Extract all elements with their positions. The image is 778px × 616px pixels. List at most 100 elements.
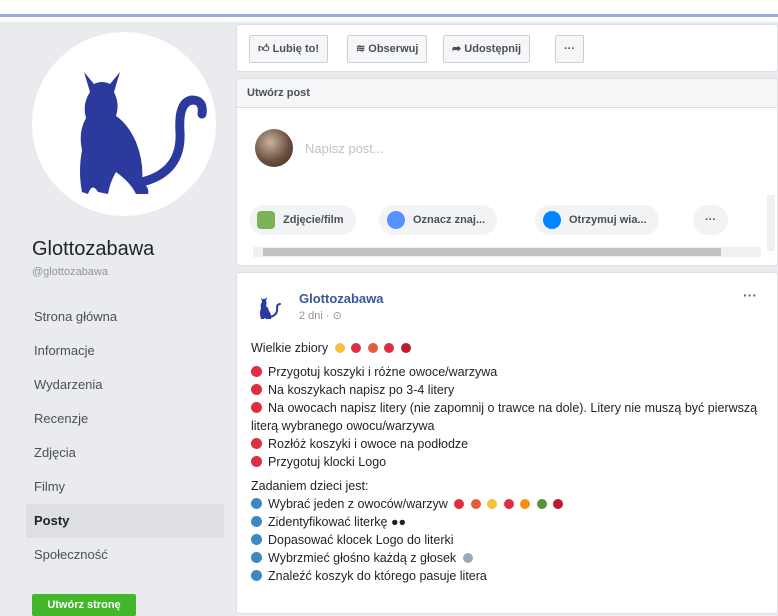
task-item: Zidentyfikować literkę ●● bbox=[251, 513, 763, 531]
carrot-emoji-icon bbox=[470, 499, 481, 509]
task-item: Znaleźć koszyk do którego pasuje litera bbox=[251, 567, 763, 585]
cherries-emoji-icon bbox=[400, 343, 411, 353]
nav-item-community[interactable]: Społeczność bbox=[26, 538, 224, 572]
composer-more-button[interactable]: ··· bbox=[693, 205, 728, 235]
nav-item-events[interactable]: Wydarzenia bbox=[26, 368, 224, 402]
apple-emoji-icon bbox=[503, 499, 514, 509]
step-item: Na koszykach napisz po 3-4 litery bbox=[251, 381, 763, 399]
user-avatar bbox=[255, 129, 293, 167]
top-bar-accent bbox=[0, 14, 778, 17]
create-page-button[interactable]: Utwórz stronę bbox=[32, 594, 136, 616]
task-text: Dopasować klocek Logo do literki bbox=[268, 533, 454, 547]
post-card: Glottozabawa 2 dni · ⊙ ··· Wielkie zbior… bbox=[236, 272, 778, 614]
task-intro: Zadaniem dzieci jest: bbox=[251, 479, 369, 493]
task-text: Znaleźć koszyk do którego pasuje litera bbox=[268, 569, 487, 583]
nav-item-about[interactable]: Informacje bbox=[26, 334, 224, 368]
create-post-card: Utwórz post Napisz post... Zdjęcie/film … bbox=[236, 78, 778, 266]
task-item: Wybrzmieć głośno każdą z głosek bbox=[251, 549, 763, 567]
page-title: Glottozabawa bbox=[32, 238, 155, 260]
step-item: Przygotuj koszyki i różne owoce/warzywa bbox=[251, 363, 763, 381]
step-item: Na owocach napisz litery (nie zapomnij o… bbox=[251, 399, 763, 435]
red-circle-icon bbox=[251, 402, 262, 413]
messenger-icon bbox=[543, 211, 561, 229]
scrollbar-thumb[interactable] bbox=[263, 248, 721, 256]
red-circle-icon bbox=[251, 456, 262, 467]
create-post-title: Utwórz post bbox=[237, 79, 777, 108]
post-input[interactable]: Napisz post... bbox=[305, 141, 384, 156]
more-actions-button[interactable]: ··· bbox=[555, 35, 584, 63]
tomato-emoji-icon bbox=[454, 499, 465, 509]
banana-emoji-icon bbox=[487, 499, 498, 509]
step-text: Przygotuj klocki Logo bbox=[268, 455, 387, 469]
step-text: Przygotuj koszyki i różne owoce/warzywa bbox=[268, 365, 498, 379]
post-timestamp[interactable]: 2 dni · ⊙ bbox=[299, 309, 342, 322]
step-item: Przygotuj klocki Logo bbox=[251, 453, 763, 471]
follow-button[interactable]: ≋ Obserwuj bbox=[347, 35, 428, 63]
share-arrow-icon: ➦ bbox=[452, 43, 462, 55]
page-avatar[interactable] bbox=[32, 32, 216, 216]
photo-icon bbox=[257, 211, 275, 229]
tag-label: Oznacz znaj... bbox=[413, 214, 486, 226]
red-circle-icon bbox=[251, 384, 262, 395]
photo-video-button[interactable]: Zdjęcie/film bbox=[249, 205, 356, 235]
globe-icon: · ⊙ bbox=[325, 310, 342, 322]
get-messages-button[interactable]: Otrzymuj wia... bbox=[535, 205, 659, 235]
cat-logo-small-icon[interactable] bbox=[253, 293, 283, 323]
photo-label: Zdjęcie/film bbox=[283, 214, 344, 226]
pear-emoji-icon bbox=[334, 343, 345, 353]
post-heading: Wielkie zbiory bbox=[251, 341, 329, 355]
cucumber-emoji-icon bbox=[536, 499, 547, 509]
nav-item-photos[interactable]: Zdjęcia bbox=[26, 436, 224, 470]
nav-item-videos[interactable]: Filmy bbox=[26, 470, 224, 504]
red-circle-icon bbox=[251, 438, 262, 449]
red-circle-icon bbox=[251, 366, 262, 377]
like-label: Lubię to! bbox=[272, 43, 319, 55]
task-text: Zidentyfikować literkę bbox=[268, 515, 388, 529]
blue-circle-icon bbox=[251, 534, 262, 545]
carrot-emoji-icon bbox=[367, 343, 378, 353]
eyes-emoji-icon: ●● bbox=[390, 515, 407, 529]
page-handle[interactable]: @glottozabawa bbox=[32, 266, 108, 278]
share-label: Udostępnij bbox=[464, 43, 522, 55]
share-button[interactable]: ➦ Udostępnij bbox=[443, 35, 531, 63]
tomato-emoji-icon bbox=[384, 343, 395, 353]
nav-item-home[interactable]: Strona główna bbox=[26, 300, 224, 334]
tag-people-icon bbox=[387, 211, 405, 229]
nav-item-posts[interactable]: Posty bbox=[26, 504, 224, 538]
blue-circle-icon bbox=[251, 498, 262, 509]
messages-label: Otrzymuj wia... bbox=[569, 214, 647, 226]
left-column: Glottozabawa @glottozabawa Strona główna… bbox=[18, 24, 230, 616]
post-author[interactable]: Glottozabawa bbox=[299, 291, 384, 306]
tag-friends-button[interactable]: Oznacz znaj... bbox=[379, 205, 498, 235]
rss-icon: ≋ bbox=[356, 43, 366, 55]
vertical-scrollbar[interactable] bbox=[767, 195, 775, 251]
step-item: Rozłóż koszyki i owoce na podłodze bbox=[251, 435, 763, 453]
blue-circle-icon bbox=[251, 552, 262, 563]
horizontal-scrollbar[interactable] bbox=[253, 247, 761, 257]
post-body: Wielkie zbiory Przygotuj koszyki i różne… bbox=[251, 339, 763, 585]
like-button[interactable]: 👍︎ Lubię to! bbox=[249, 35, 328, 63]
speaker-emoji-icon bbox=[462, 553, 473, 563]
pepper-emoji-icon bbox=[553, 499, 564, 509]
cat-logo-icon bbox=[80, 72, 207, 194]
nav-item-reviews[interactable]: Recenzje bbox=[26, 402, 224, 436]
blue-circle-icon bbox=[251, 570, 262, 581]
post-heading-line: Wielkie zbiory bbox=[251, 339, 763, 357]
page-nav: Strona główna Informacje Wydarzenia Rece… bbox=[26, 300, 224, 572]
post-time-label: 2 dni bbox=[299, 310, 323, 322]
task-text: Wybrzmieć głośno każdą z głosek bbox=[268, 551, 457, 565]
task-item: Wybrać jeden z owoców/warzyw bbox=[251, 495, 763, 513]
task-text: Wybrać jeden z owoców/warzyw bbox=[268, 497, 448, 511]
task-item: Dopasować klocek Logo do literki bbox=[251, 531, 763, 549]
step-text: Na koszykach napisz po 3-4 litery bbox=[268, 383, 455, 397]
carrot-emoji-icon bbox=[520, 499, 531, 509]
page-actions-bar: 👍︎ Lubię to! ≋ Obserwuj ➦ Udostępnij ··· bbox=[236, 24, 778, 72]
blue-circle-icon bbox=[251, 516, 262, 527]
follow-label: Obserwuj bbox=[368, 43, 419, 55]
step-text: Na owocach napisz litery (nie zapomnij o… bbox=[251, 401, 758, 433]
thumbs-up-icon: 👍︎ bbox=[258, 43, 270, 55]
post-options-button[interactable]: ··· bbox=[743, 287, 757, 303]
step-text: Rozłóż koszyki i owoce na podłodze bbox=[268, 437, 469, 451]
top-bar bbox=[0, 0, 778, 22]
apple-emoji-icon bbox=[351, 343, 362, 353]
